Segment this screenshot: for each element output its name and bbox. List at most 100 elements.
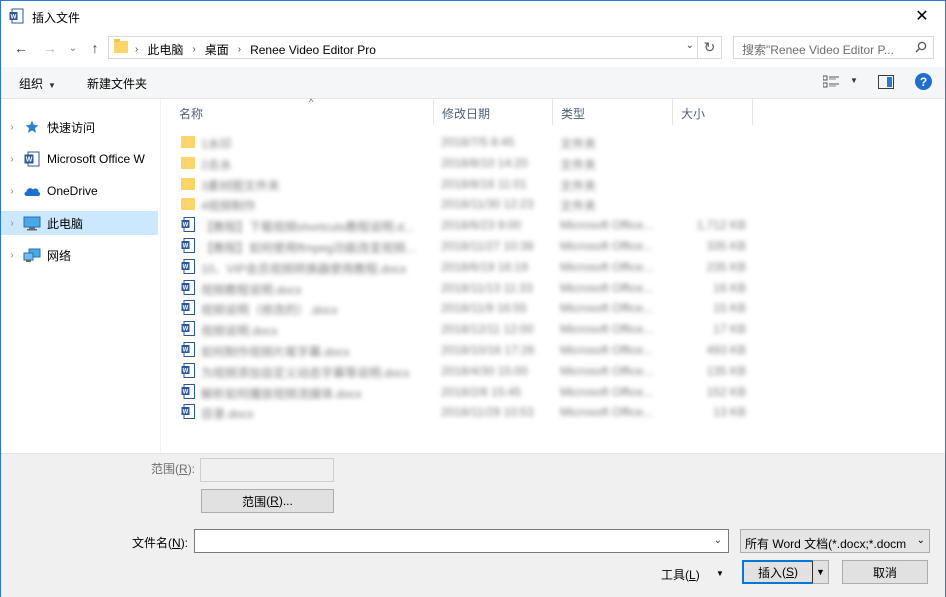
sidebar-item-quick-access[interactable]: › 快速访问 (1, 115, 158, 139)
svg-text:W: W (183, 348, 189, 354)
chevron-down-icon: ⌄ (913, 535, 925, 546)
insert-options-dropdown[interactable]: ▼ (812, 560, 829, 584)
preview-pane-icon[interactable] (878, 75, 894, 89)
word-doc-icon: W (181, 321, 195, 337)
range-button-access-key: R (270, 494, 279, 508)
folder-row[interactable]: 1水印 2018/7/5 8:45 文件夹 (161, 131, 945, 152)
file-row[interactable]: W 解析如何播放视频流媒体.docx 2018/2/8 15:45 Microsoft… (161, 381, 945, 402)
close-icon: ✕ (915, 8, 929, 25)
range-button[interactable]: 范围(R)... (201, 489, 334, 513)
chevron-down-icon: ⌄ (68, 42, 78, 54)
sidebar-item-label: 网络 (47, 248, 72, 263)
file-type: 文件夹 (560, 157, 597, 172)
file-name: 4视频制作 (201, 199, 256, 214)
view-options-icon[interactable] (823, 75, 839, 89)
file-row[interactable]: W 视频教程说明.docx 2018/11/13 11:33 Microsoft Of… (161, 277, 945, 298)
arrow-left-icon: ← (14, 40, 28, 56)
search-input[interactable]: 搜索"Renee Video Editor P... (733, 36, 934, 59)
sidebar-item-onedrive[interactable]: › OneDrive (1, 179, 158, 203)
tools-menu[interactable]: 工具(L) (661, 566, 700, 583)
word-doc-icon: W (181, 383, 195, 399)
file-date-modified: 2018/2/8 15:45 (441, 384, 522, 399)
file-date-modified: 2018/6/23 9:00 (441, 218, 522, 233)
file-row[interactable]: W 视频说明.docx 2018/12/11 12:00 Microsoft Offi… (161, 318, 945, 339)
breadcrumb-current-folder[interactable]: Renee Video Editor Pro (250, 43, 376, 57)
back-button[interactable]: ← (11, 38, 31, 58)
file-size: 13 KB (713, 405, 746, 420)
sidebar-item-this-pc[interactable]: › 此电脑 (1, 211, 158, 235)
new-folder-button[interactable]: 新建文件夹 (87, 75, 147, 92)
file-row[interactable]: W 视频说明（修改的）.docx 2018/11/9 16:55 Microsoft … (161, 297, 945, 318)
file-size: 135 KB (706, 363, 746, 378)
chevron-right-icon[interactable]: › (1, 122, 23, 133)
cloud-icon (23, 183, 41, 199)
arrow-right-icon: → (43, 40, 57, 56)
file-row[interactable]: W 10、VIP会员视频转换器使用教程.docx 2018/6/19 16:19 Mi… (161, 256, 945, 277)
file-type: Microsoft Office... (560, 280, 654, 295)
word-doc-icon: W (181, 300, 195, 316)
filename-label: 文件名(N): (132, 536, 189, 550)
breadcrumb-this-pc[interactable]: 此电脑 (147, 41, 183, 58)
svg-text:W: W (26, 157, 33, 164)
file-date-modified: 2018/11/30 12:23 (441, 197, 534, 212)
word-doc-icon: W (181, 404, 195, 420)
close-button[interactable]: ✕ (899, 1, 945, 31)
cancel-label: 取消 (872, 565, 897, 580)
file-name: 1水印 (201, 137, 232, 151)
column-header-name[interactable]: 名称 ^ (171, 97, 434, 125)
address-dropdown-icon[interactable]: ⌄ (686, 40, 694, 51)
column-header-type[interactable]: 类型 (553, 99, 673, 125)
up-button[interactable]: ↑ (85, 38, 105, 58)
address-bar[interactable]: › 此电脑 › 桌面 › Renee Video Editor Pro ⌄ (108, 36, 698, 59)
folder-row[interactable]: 2去水 2018/8/10 14:20 文件夹 (161, 152, 945, 173)
refresh-button[interactable]: ↻ (698, 36, 722, 59)
breadcrumb-separator[interactable]: › (238, 44, 241, 55)
folder-row[interactable]: 3素材图文件夹 2018/8/16 11:01 文件夹 (161, 173, 945, 194)
chevron-right-icon[interactable]: › (1, 218, 23, 229)
file-row[interactable]: W 【教程】下载视频shortcuts教程说明.d... 2018/6/23 9:0… (161, 214, 945, 235)
recent-locations-button[interactable]: ⌄ (63, 38, 83, 58)
breadcrumb-separator[interactable]: › (192, 44, 195, 55)
word-doc-icon: W (9, 8, 24, 24)
file-type-select[interactable]: 所有 Word 文档(*.docx;*.docm ⌄ (740, 529, 930, 553)
sidebar-item-network[interactable]: › 网络 (1, 243, 158, 267)
file-row[interactable]: W 如何制作视频片尾字幕.docx 2018/10/16 17:26 Microsof… (161, 339, 945, 360)
file-name: 视频说明（修改的）.docx (201, 303, 338, 318)
chevron-right-icon[interactable]: › (1, 250, 23, 261)
sort-ascending-icon: ^ (309, 97, 314, 107)
tools-access-key: L (689, 568, 696, 582)
filename-input[interactable]: ⌄ (194, 529, 729, 553)
file-type: 文件夹 (560, 199, 597, 214)
word-doc-icon: W (181, 237, 195, 253)
tools-caret-icon[interactable]: ▼ (716, 569, 724, 578)
word-doc-icon: W (181, 279, 195, 295)
cancel-button[interactable]: 取消 (842, 560, 928, 584)
file-name: 2去水 (201, 157, 232, 172)
file-row[interactable]: W 目录.docx 2018/11/29 10:53 Microsoft Office… (161, 401, 945, 422)
forward-button[interactable]: → (40, 38, 60, 58)
chevron-down-icon[interactable]: ⌄ (714, 535, 722, 546)
folder-row[interactable]: 4视频制作 2018/11/30 12:23 文件夹 (161, 193, 945, 214)
view-options-caret-icon[interactable]: ▼ (850, 76, 858, 85)
file-date-modified: 2018/12/11 12:00 (441, 322, 534, 337)
range-label: 范围(R): (151, 462, 196, 476)
insert-button[interactable]: 插入(S) (742, 560, 814, 584)
file-type: Microsoft Office... (560, 238, 654, 253)
file-size: 152 KB (706, 384, 746, 399)
breadcrumb-desktop[interactable]: 桌面 (205, 41, 229, 58)
organize-menu[interactable]: 组织 ▼ (19, 75, 56, 92)
word-doc-icon: W (181, 258, 195, 274)
search-icon[interactable] (915, 41, 927, 53)
file-row[interactable]: W 为视频添加自定义动态字幕等说明.docx 2018/4/30 15:00 Micr… (161, 360, 945, 381)
arrow-up-icon: ↑ (91, 40, 99, 56)
chevron-right-icon[interactable]: › (1, 186, 23, 197)
column-header-size[interactable]: 大小 (673, 99, 753, 125)
file-row[interactable]: W 【教程】如何使用ffmpeg功能改变视频... 2018/11/27 10:38… (161, 235, 945, 256)
column-header-date-modified[interactable]: 修改日期 (434, 99, 553, 125)
svg-text:W: W (183, 223, 189, 229)
chevron-right-icon[interactable]: › (1, 154, 23, 165)
folder-icon (181, 198, 195, 211)
sidebar-item-microsoft-office[interactable]: › W Microsoft Office W (1, 147, 158, 171)
sidebar-item-label: OneDrive (47, 184, 98, 198)
help-icon[interactable]: ? (915, 73, 932, 90)
